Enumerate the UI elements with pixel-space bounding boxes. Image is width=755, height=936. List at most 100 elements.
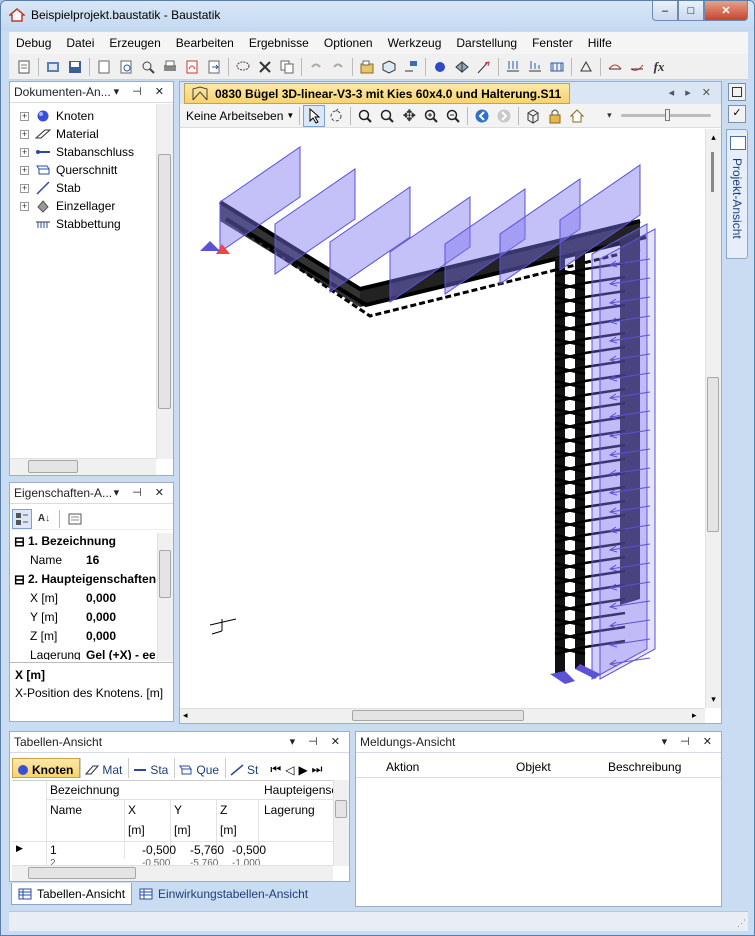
tree-item-stabbettung[interactable]: Stabbettung (35, 215, 121, 233)
menu-erzeugen[interactable]: Erzeugen (102, 36, 168, 50)
pan-icon[interactable]: ✥ (398, 105, 420, 127)
select-cursor-icon[interactable] (303, 104, 326, 127)
column-header-y[interactable]: Y (174, 803, 182, 817)
menu-optionen[interactable]: Optionen (317, 36, 381, 50)
resize-grip-icon[interactable]: ⋰ (737, 918, 746, 929)
deform-icon[interactable] (604, 56, 626, 78)
page-icon[interactable] (93, 56, 115, 78)
zoom-icon[interactable] (376, 105, 398, 127)
zoom-out-icon[interactable] (442, 105, 464, 127)
new-project-icon[interactable] (13, 56, 35, 78)
zoom-window-icon[interactable] (354, 105, 376, 127)
column-header-name[interactable]: Name (50, 803, 82, 817)
delete-icon[interactable] (254, 56, 276, 78)
dock-icon-2[interactable]: ✓ (728, 105, 746, 123)
zoom-slider-thumb[interactable] (665, 109, 670, 121)
property-category[interactable]: ⊟ 1. Bezeichnung (10, 534, 155, 553)
document-nav-arrows[interactable]: ◂ ▸ ✕ (669, 86, 715, 99)
property-row-z[interactable]: Z [m] 0,000 (10, 629, 155, 648)
tree-item-einzellager[interactable]: + Einzellager (20, 197, 115, 215)
column-header-lagerung[interactable]: Lagerung (264, 803, 315, 817)
close-button[interactable]: ✕ (704, 1, 748, 21)
node-icon[interactable] (429, 56, 451, 78)
tree-item-querschnitt[interactable]: + Querschnitt (20, 161, 117, 179)
tree-item-stabanschluss[interactable]: + Stabanschluss (20, 143, 134, 161)
expand-icon[interactable]: + (20, 129, 29, 139)
tab-stabanschluss[interactable]: Sta (128, 758, 174, 778)
home-view-icon[interactable] (566, 105, 588, 127)
forward-arrow-icon[interactable] (493, 105, 515, 127)
zoom-page-icon[interactable] (137, 56, 159, 78)
column-header-x[interactable]: X (128, 803, 136, 817)
column-header-objekt[interactable]: Objekt (516, 760, 551, 774)
row-selector-icon[interactable]: ▶ (16, 843, 23, 854)
expand-icon[interactable]: + (20, 183, 29, 193)
support-icon[interactable] (575, 56, 597, 78)
menu-bearbeiten[interactable]: Bearbeiten (169, 36, 242, 50)
column-header-aktion[interactable]: Aktion (386, 760, 419, 774)
column-header-z[interactable]: Z (220, 803, 227, 817)
panel-controls[interactable]: ▾ ⊣ ✕ (114, 486, 169, 499)
document-tab[interactable]: 0830 Bügel 3D-linear-V3-3 mit Kies 60x4.… (184, 83, 571, 104)
move-icon[interactable] (400, 56, 422, 78)
tab-material[interactable]: Mat (80, 758, 128, 778)
copy-icon[interactable] (276, 56, 298, 78)
tab-knoten[interactable]: Knoten (12, 758, 81, 778)
sort-az-icon[interactable]: A↓ (34, 509, 54, 529)
export-icon[interactable] (203, 56, 225, 78)
tree-item-knoten[interactable]: + Knoten (20, 107, 94, 125)
print-preview-icon[interactable] (115, 56, 137, 78)
measure-icon[interactable] (473, 56, 495, 78)
section-icon[interactable] (451, 56, 473, 78)
lasso-icon[interactable] (232, 56, 254, 78)
lock-view-icon[interactable] (544, 105, 566, 127)
menu-fenster[interactable]: Fenster (525, 36, 581, 50)
view-zoom-vslider[interactable] (711, 152, 714, 192)
projekt-ansicht-tab[interactable]: Projekt-Ansicht (726, 129, 748, 259)
menu-ergebnisse[interactable]: Ergebnisse (242, 36, 317, 50)
menu-werkzeug[interactable]: Werkzeug (381, 36, 450, 50)
tab-nav-prev-icon[interactable]: ◁ (283, 758, 296, 778)
property-row-name[interactable]: Name 16 (10, 553, 155, 572)
property-category[interactable]: ⊟ 2. Haupteigenschaften (10, 572, 156, 591)
scroll-thumb[interactable] (159, 550, 171, 598)
tree-vertical-scrollbar[interactable] (156, 104, 173, 459)
rotate-view-icon[interactable] (325, 105, 347, 127)
print-icon[interactable] (159, 56, 181, 78)
maximize-button[interactable]: □ (678, 1, 704, 21)
undo-icon[interactable] (305, 56, 327, 78)
panel-controls[interactable]: ▾ ⊣ ✕ (290, 735, 345, 748)
load3-icon[interactable] (546, 56, 568, 78)
bottom-tab-einwirkungstabellen[interactable]: Einwirkungstabellen-Ansicht (133, 883, 314, 905)
open-icon[interactable] (42, 56, 64, 78)
expand-icon[interactable]: + (20, 111, 29, 121)
panel-controls[interactable]: ▾ ⊣ ✕ (662, 735, 717, 748)
tab-stab[interactable]: St (225, 758, 264, 778)
property-row-x[interactable]: X [m] 0,000 (10, 591, 155, 610)
load-icon[interactable] (502, 56, 524, 78)
expand-icon[interactable]: + (20, 147, 29, 157)
view-vertical-scrollbar[interactable]: ▴ ▾ (705, 129, 721, 708)
minimize-button[interactable]: – (652, 1, 678, 21)
menu-debug[interactable]: Debug (9, 36, 59, 50)
zoom-in-icon[interactable] (420, 105, 442, 127)
expand-icon[interactable]: + (20, 201, 29, 211)
tab-nav-next-icon[interactable]: ▶ (296, 758, 309, 778)
formula-icon[interactable]: fx (648, 56, 670, 78)
result-icon[interactable] (626, 56, 648, 78)
expand-icon[interactable]: + (20, 165, 29, 175)
menu-hilfe[interactable]: Hilfe (581, 36, 620, 50)
tree-item-material[interactable]: + Material (20, 125, 99, 143)
model-3d-canvas[interactable] (180, 129, 705, 708)
zoom-slider[interactable] (621, 109, 711, 121)
tree-item-stab[interactable]: + Stab (20, 179, 81, 197)
load2-icon[interactable] (524, 56, 546, 78)
scroll-thumb[interactable] (158, 154, 171, 409)
properties-scrollbar[interactable] (157, 533, 173, 661)
pdf-icon[interactable] (181, 56, 203, 78)
tab-nav-last-icon[interactable]: ⏭ (310, 758, 325, 778)
table-vertical-scrollbar[interactable] (333, 780, 349, 866)
save-icon[interactable] (64, 56, 86, 78)
menu-datei[interactable]: Datei (59, 36, 102, 50)
view-horizontal-scrollbar[interactable]: ◂ ▸ (180, 708, 705, 723)
